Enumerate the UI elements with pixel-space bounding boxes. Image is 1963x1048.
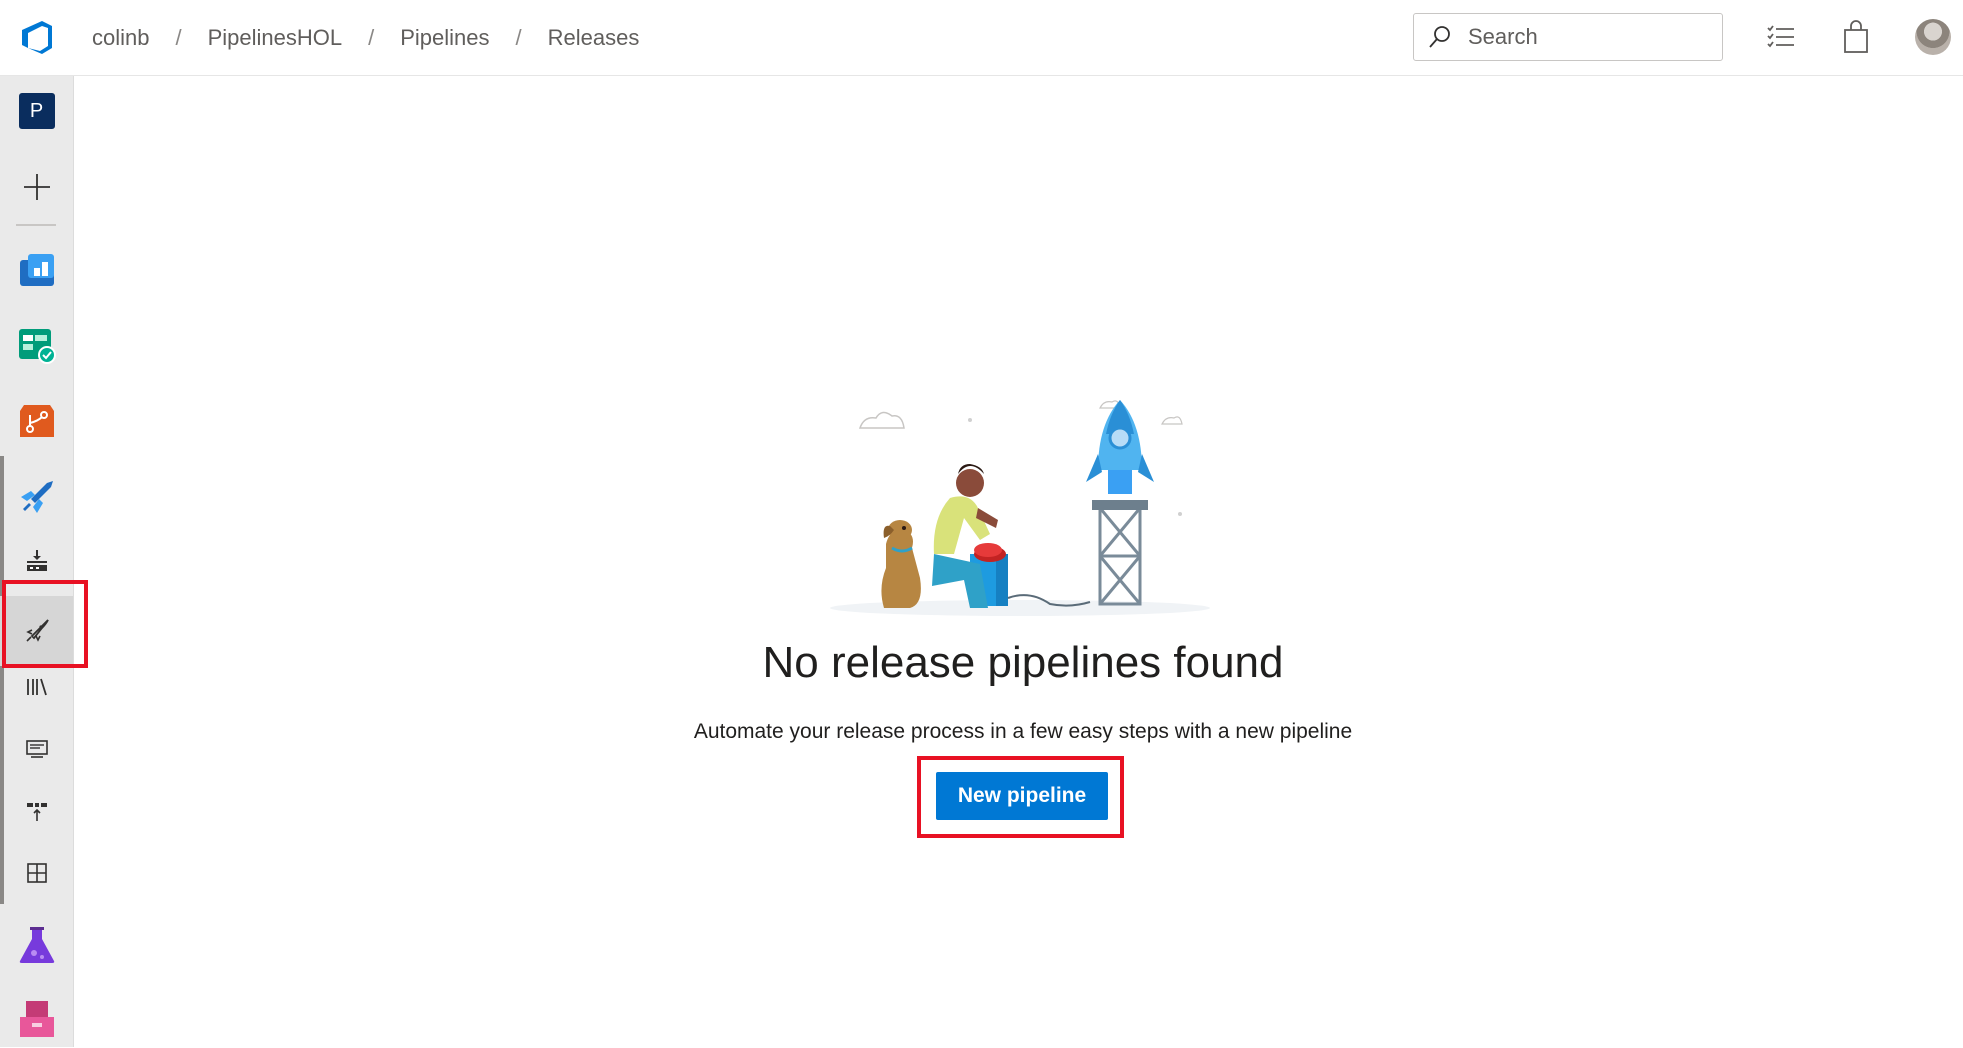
nav-item-pipelines[interactable]: [0, 468, 73, 526]
search-box[interactable]: [1413, 13, 1723, 61]
breadcrumb-releases[interactable]: Releases: [548, 25, 640, 51]
nav-item-new[interactable]: [0, 158, 73, 216]
nav-item-project[interactable]: P: [0, 82, 73, 140]
top-bar: colinb / PipelinesHOL / Pipelines / Rele…: [0, 0, 1963, 76]
task-list-icon[interactable]: [1766, 20, 1796, 54]
empty-state-title: No release pipelines found: [762, 638, 1284, 687]
boards-icon: [18, 329, 56, 364]
breadcrumb-separator: /: [368, 25, 375, 50]
nav-item-deployment-groups[interactable]: [0, 782, 73, 840]
builds-icon: [26, 550, 47, 571]
deployment-groups-icon: [26, 803, 47, 821]
avatar[interactable]: [1915, 19, 1951, 55]
nav-item-builds[interactable]: [0, 532, 73, 590]
empty-state-subtitle: Automate your release process in a few e…: [693, 720, 1353, 743]
breadcrumb-separator: /: [515, 25, 522, 50]
breadcrumb-separator: /: [175, 25, 182, 50]
azure-devops-logo[interactable]: [18, 18, 56, 56]
new-pipeline-button[interactable]: New pipeline: [936, 772, 1108, 820]
pipelines-icon: [20, 481, 53, 513]
breadcrumb: colinb / PipelinesHOL / Pipelines / Rele…: [92, 0, 639, 76]
search-input[interactable]: [1466, 23, 1700, 51]
breadcrumb-pipelines[interactable]: Pipelines: [400, 25, 489, 51]
breadcrumb-project[interactable]: PipelinesHOL: [208, 25, 343, 51]
nav-divider: [16, 224, 56, 226]
empty-state-illustration: [830, 400, 1210, 616]
overview-icon: [19, 254, 54, 286]
nav-item-boards[interactable]: [0, 316, 73, 374]
nav-item-repos[interactable]: [0, 392, 73, 450]
flask-icon: [19, 927, 54, 963]
plus-icon: [23, 174, 50, 200]
left-nav: P: [0, 76, 74, 1047]
project-avatar: P: [18, 93, 55, 129]
artifacts-icon: [19, 1001, 54, 1037]
nav-item-artifacts[interactable]: [0, 990, 73, 1048]
grid-icon: [26, 863, 47, 883]
shopping-bag-icon[interactable]: [1842, 20, 1870, 54]
search-icon: [1429, 26, 1450, 48]
breadcrumb-organization[interactable]: colinb: [92, 25, 149, 51]
nav-item-xaml[interactable]: [0, 844, 73, 902]
nav-item-test-plans[interactable]: [0, 916, 73, 974]
repos-icon: [19, 405, 54, 437]
nav-item-overview[interactable]: [0, 240, 73, 298]
